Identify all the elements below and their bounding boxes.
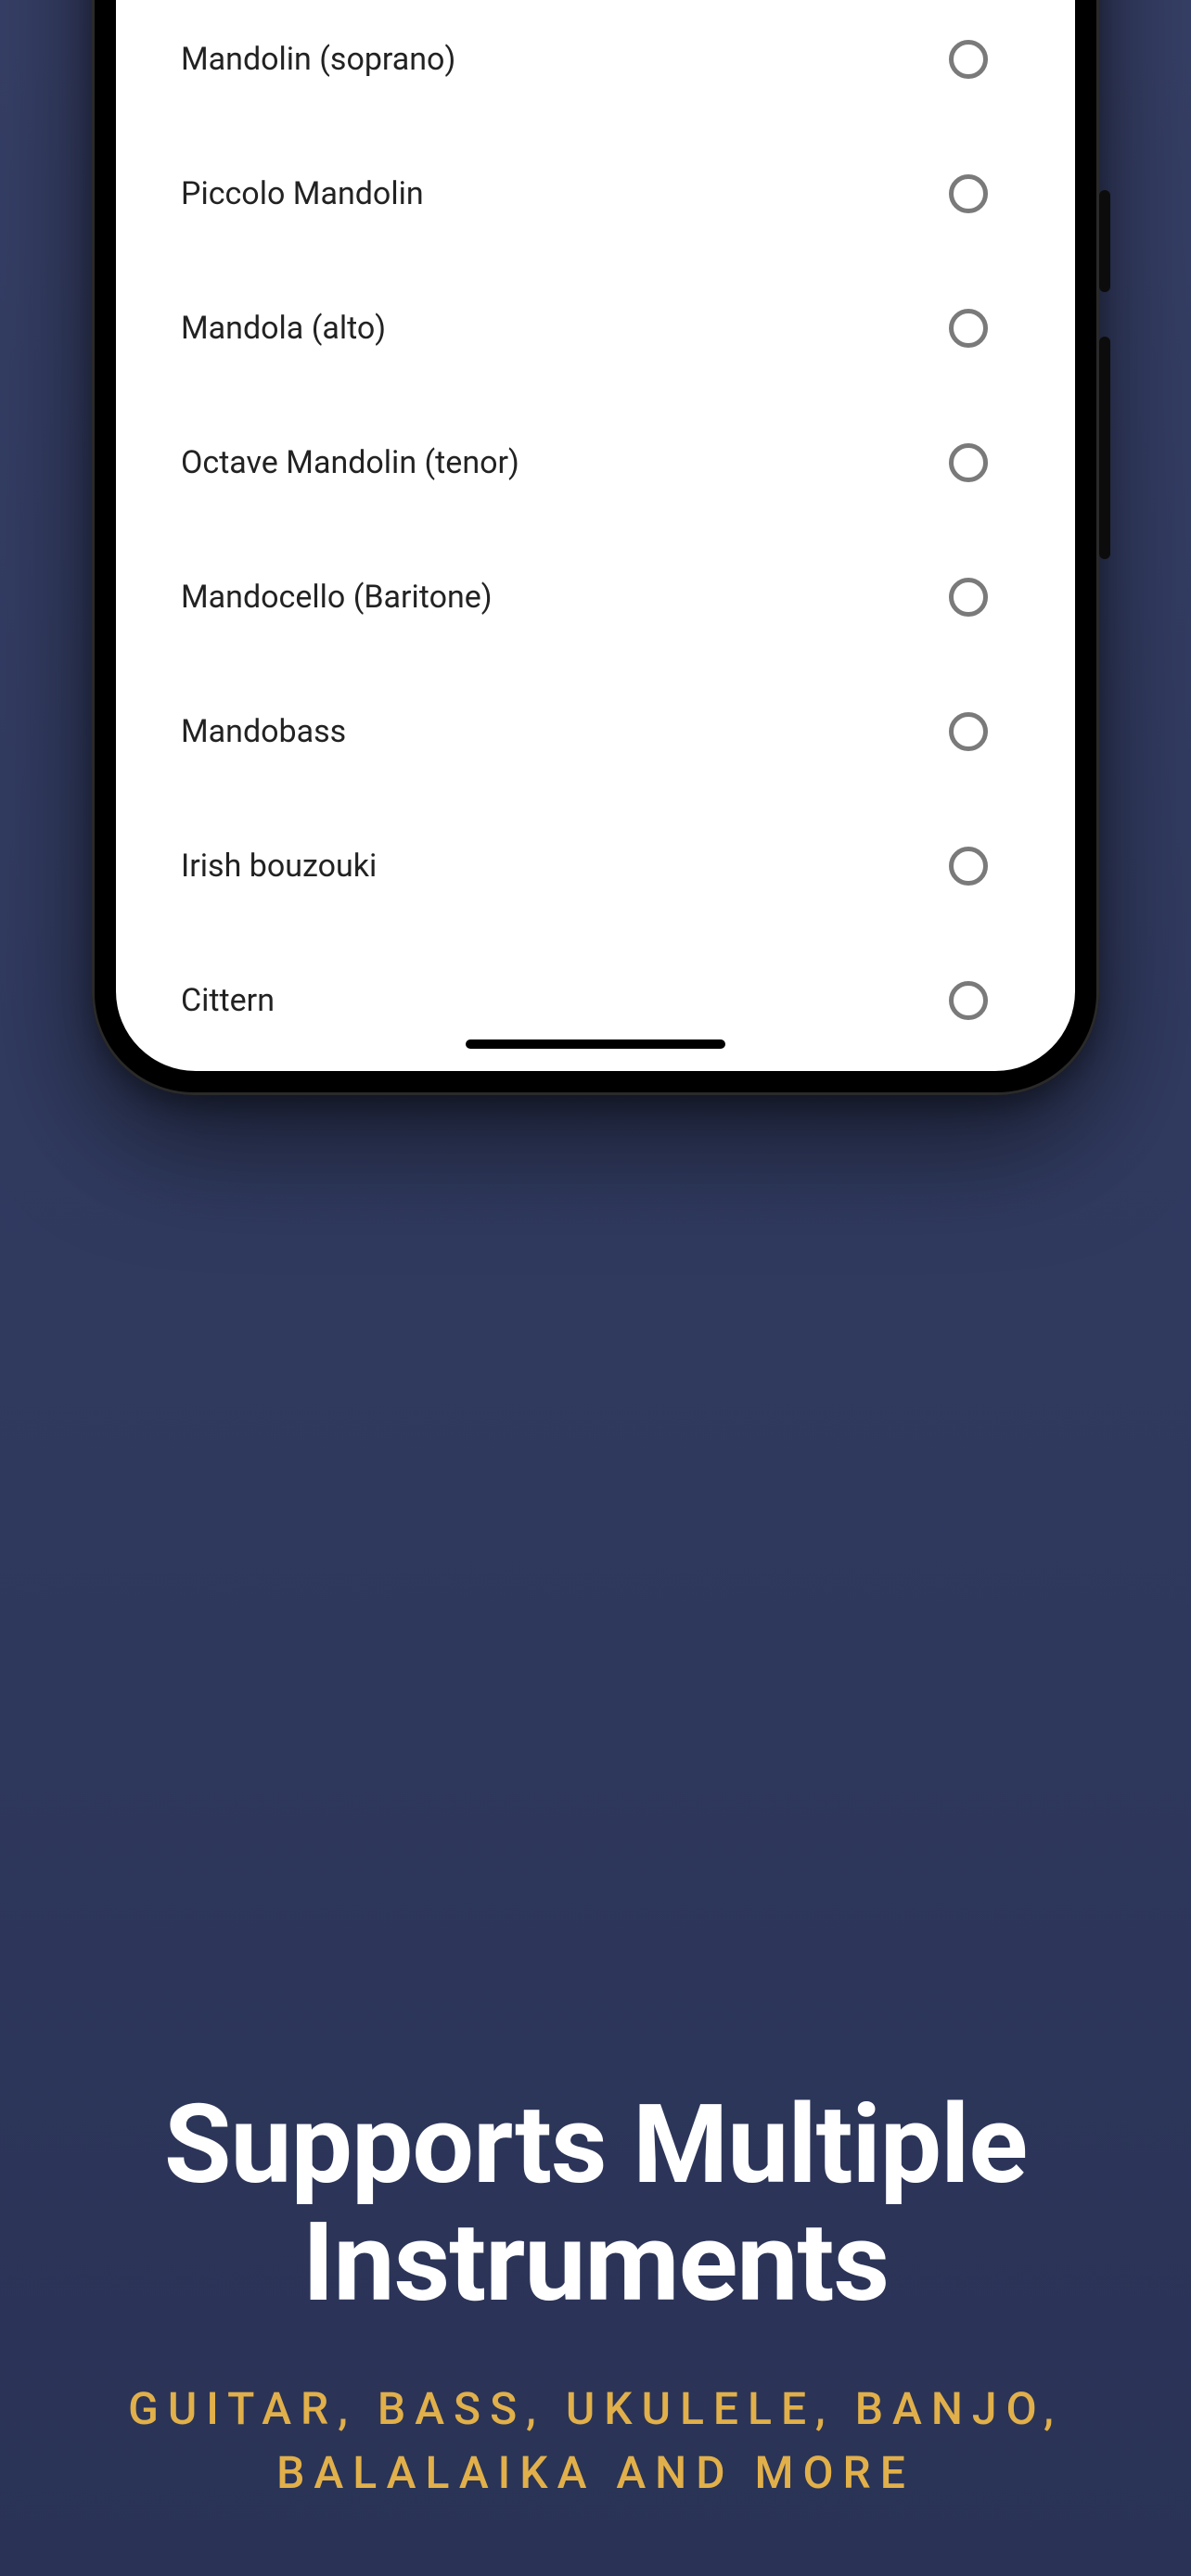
instrument-label: Octave Mandolin (tenor) (181, 444, 519, 481)
radio-unchecked-icon[interactable] (949, 847, 988, 886)
promo-title: Supports Multiple Instruments (37, 2086, 1154, 2323)
instrument-label: Mandobass (181, 713, 346, 750)
radio-unchecked-icon[interactable] (949, 40, 988, 79)
instrument-row[interactable]: Mandola (alto) (116, 261, 1075, 395)
instrument-label: Mandola (alto) (181, 310, 386, 347)
instrument-row[interactable]: Irish bouzouki (116, 798, 1075, 933)
promo-subtitle: GUITAR, BASS, UKULELE, BANJO, BALALAIKA … (37, 2377, 1154, 2506)
side-button-icon (1099, 337, 1110, 559)
radio-unchecked-icon[interactable] (949, 309, 988, 348)
instrument-list-screen[interactable]: Mandolin (soprano) Piccolo Mandolin Mand… (116, 0, 1075, 1071)
instrument-row[interactable]: Mandolin (soprano) (116, 0, 1075, 126)
instrument-row[interactable]: Greek Bouzouki (116, 1067, 1075, 1071)
instrument-label: Mandolin (soprano) (181, 41, 455, 78)
instrument-row[interactable]: Mandocello (Baritone) (116, 529, 1075, 664)
instrument-label: Piccolo Mandolin (181, 175, 424, 212)
radio-unchecked-icon[interactable] (949, 712, 988, 751)
radio-unchecked-icon[interactable] (949, 174, 988, 213)
phone-screen: Mandolin (soprano) Piccolo Mandolin Mand… (116, 0, 1075, 1071)
promo-block: Supports Multiple Instruments GUITAR, BA… (0, 2086, 1191, 2506)
phone-device-frame: Mandolin (soprano) Piccolo Mandolin Mand… (92, 0, 1099, 1095)
radio-unchecked-icon[interactable] (949, 981, 988, 1020)
instrument-group-1: Mandolin (soprano) Piccolo Mandolin Mand… (116, 0, 1075, 1071)
side-button-icon (1099, 190, 1110, 292)
instrument-row[interactable]: Octave Mandolin (tenor) (116, 395, 1075, 529)
radio-unchecked-icon[interactable] (949, 578, 988, 617)
instrument-label: Cittern (181, 982, 275, 1019)
radio-unchecked-icon[interactable] (949, 443, 988, 482)
instrument-label: Irish bouzouki (181, 848, 377, 885)
instrument-label: Mandocello (Baritone) (181, 579, 493, 616)
instrument-row[interactable]: Mandobass (116, 664, 1075, 798)
instrument-row[interactable]: Piccolo Mandolin (116, 126, 1075, 261)
home-indicator-icon[interactable] (466, 1039, 725, 1049)
